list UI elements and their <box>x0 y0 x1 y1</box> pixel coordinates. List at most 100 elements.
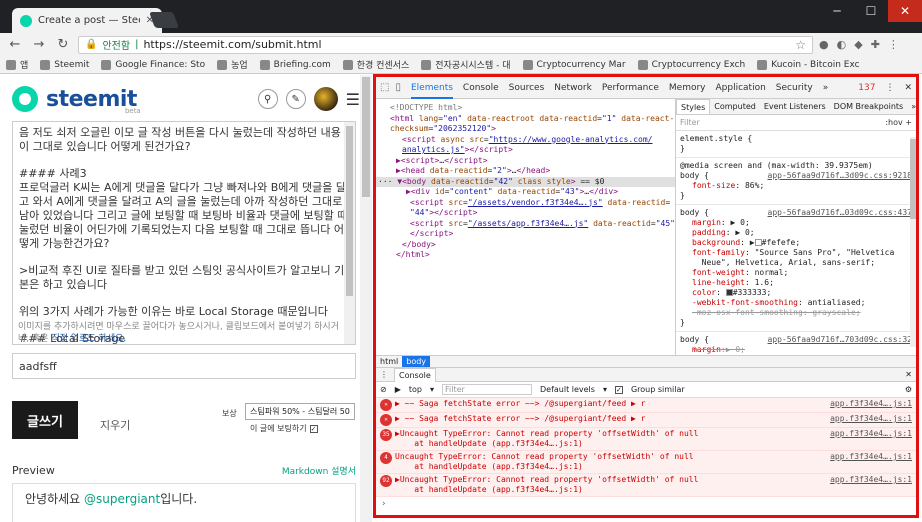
console-source-link[interactable]: app.f3f34e4….js:1 <box>830 475 912 495</box>
group-similar-label: Group similar <box>630 385 685 394</box>
styles-tab[interactable]: Computed <box>710 99 760 114</box>
menu-icon[interactable]: ⋮ <box>888 38 899 51</box>
bookmark-icon <box>40 59 51 70</box>
steemit-logo-icon[interactable] <box>12 86 38 112</box>
editor-paragraph: >비교적 후진 UI로 질타를 받고 있던 스팀잇 공식사이트가 알고보니 기본… <box>19 264 345 291</box>
devtools-tab[interactable]: Performance <box>602 83 659 93</box>
address-bar: ← → ↻ 🔒 안전함 | https://steemit.com/submit… <box>0 33 922 56</box>
bookmark-item[interactable]: 앱 <box>6 58 28 71</box>
avatar[interactable] <box>313 87 338 111</box>
bookmark-item[interactable]: 농업 <box>217 58 248 71</box>
styles-scrollbar[interactable] <box>910 137 916 347</box>
upvote-checkbox[interactable]: ✓ <box>309 424 318 433</box>
console-filter-input[interactable]: Filter <box>441 384 532 395</box>
context-select[interactable]: top <box>409 385 422 394</box>
console-message[interactable]: 35 ▶Uncaught TypeError: Cannot read prope… <box>376 428 916 451</box>
bookmark-item[interactable]: Google Finance: Sto <box>101 59 205 70</box>
console-prompt[interactable]: › <box>376 497 916 511</box>
console-message[interactable]: 4 Uncaught TypeError: Cannot read propert… <box>376 451 916 474</box>
upvote-checkbox-row[interactable]: 이 글에 보팅하기 ✓ <box>250 423 318 434</box>
back-icon[interactable]: ← <box>6 37 24 52</box>
devtools-toolbar: ⬚ ▯ Elements Console Sources Network Performa… <box>376 77 916 99</box>
bookmark-item[interactable]: 전자공시시스템 - 대 <box>421 58 511 71</box>
extension-icon[interactable]: ● <box>819 38 829 51</box>
extension-icon[interactable]: ◆ <box>854 38 862 51</box>
devtools-tab[interactable]: Console <box>463 83 499 93</box>
bookmark-label: Kucoin - Bitcoin Exc <box>771 59 860 70</box>
console-source-link[interactable]: app.f3f34e4….js:1 <box>830 429 912 449</box>
hamburger-menu-icon[interactable]: ☰ <box>346 90 360 109</box>
page-scrollbar[interactable] <box>360 75 372 522</box>
breadcrumb-item[interactable]: body <box>402 356 431 367</box>
reload-icon[interactable]: ↻ <box>54 37 72 52</box>
breadcrumb-item[interactable]: html <box>376 356 402 367</box>
maximize-icon[interactable]: ☐ <box>854 0 888 22</box>
preserve-icon[interactable]: ▶ <box>395 385 401 394</box>
editor-scrollbar[interactable] <box>344 122 355 344</box>
console-source-link[interactable]: app.f3f34e4….js:1 <box>830 452 912 472</box>
pencil-icon[interactable]: ✎ <box>285 89 306 109</box>
star-icon[interactable]: ☆ <box>795 38 806 52</box>
styles-pane: Styles Computed Event Listeners DOM Breakpo… <box>676 99 916 355</box>
more-tabs-icon[interactable]: » <box>907 99 916 114</box>
styles-tab[interactable]: Styles <box>676 99 711 114</box>
console-message-text: ▶ ~~ Saga fetchState error ~~> /@supergi… <box>395 414 646 423</box>
styles-filter[interactable]: Filter:hov + <box>676 115 916 131</box>
close-drawer-icon[interactable]: ✕ <box>905 370 912 379</box>
device-icon[interactable]: ▯ <box>395 82 401 93</box>
devtools-tab[interactable]: Network <box>554 83 592 93</box>
close-window-icon[interactable]: ✕ <box>888 0 922 22</box>
bookmark-item[interactable]: Cryptocurrency Exch <box>637 59 746 70</box>
search-icon[interactable]: ⚲ <box>257 89 278 109</box>
tags-input[interactable]: aadfsff <box>12 353 356 379</box>
console-source-link[interactable]: app.f3f34e4….js:1 <box>830 399 912 411</box>
clear-button[interactable]: 지우기 <box>100 417 130 433</box>
console-source-link[interactable]: app.f3f34e4….js:1 <box>830 414 912 426</box>
bookmark-label: Cryptocurrency Exch <box>651 59 746 70</box>
console-message-text: ▶Uncaught TypeError: Cannot read propert… <box>395 475 699 494</box>
markdown-link[interactable]: Markdown 설명서 <box>282 464 356 477</box>
bookmark-item[interactable]: Kucoin - Bitcoin Exc <box>757 59 860 70</box>
bookmark-item[interactable]: Steemit <box>40 59 89 70</box>
bookmark-item[interactable]: Cryptocurrency Mar <box>522 59 626 70</box>
devtools-tab[interactable]: Security <box>776 83 813 93</box>
url-field[interactable]: 🔒 안전함 | https://steemit.com/submit.html … <box>78 35 813 54</box>
devtools-tab[interactable]: Memory <box>669 83 706 93</box>
forward-icon[interactable]: → <box>30 37 48 52</box>
devtools-tab[interactable]: Sources <box>509 83 545 93</box>
clear-console-icon[interactable]: ⊘ <box>380 385 387 394</box>
devtools-tab[interactable]: Elements <box>410 77 453 99</box>
styles-tab[interactable]: Event Listeners <box>760 99 830 114</box>
more-tabs-icon[interactable]: » <box>823 83 829 93</box>
console-log: ✕ ▶ ~~ Saga fetchState error ~~> /@superg… <box>376 398 916 497</box>
browser-tab[interactable]: Create a post — Steem ✕ <box>12 8 162 33</box>
close-devtools-icon[interactable]: ✕ <box>904 83 912 93</box>
console-message[interactable]: ✕ ▶ ~~ Saga fetchState error ~~> /@superg… <box>376 398 916 413</box>
console-message[interactable]: 92 ▶Uncaught TypeError: Cannot read prope… <box>376 474 916 497</box>
minimize-icon[interactable]: ─ <box>820 0 854 22</box>
console-tab[interactable]: Console <box>394 367 436 382</box>
devtools-menu-icon[interactable]: ⋮ <box>885 83 894 93</box>
post-body-editor[interactable]: 음 저도 쇠저 오글린 이모 글 작성 버튼을 다시 눌렀는데 작성하던 내용이… <box>12 121 356 345</box>
group-similar-checkbox[interactable]: ✓ <box>614 385 623 394</box>
styles-tab[interactable]: DOM Breakpoints <box>830 99 908 114</box>
error-count-badge: 4 <box>380 452 392 464</box>
elements-tree[interactable]: <!DOCTYPE html> <html lang="en" data-rea… <box>376 99 676 355</box>
extension-icon[interactable]: ◐ <box>837 38 847 51</box>
error-count-badge[interactable]: 137 <box>858 83 875 93</box>
drawer-menu-icon[interactable]: ⋮ <box>380 370 388 379</box>
reward-select[interactable]: 스팀파워 50% - 스팀달러 50 <box>245 403 355 420</box>
upload-link[interactable]: 직접 업로드 하세요. <box>51 334 126 344</box>
browser-tabbar: Create a post — Steem ✕ ─☐✕ <box>0 0 922 33</box>
inspect-icon[interactable]: ⬚ <box>380 82 389 93</box>
bookmark-item[interactable]: 한경 컨센서스 <box>342 58 409 71</box>
console-message[interactable]: ✕ ▶ ~~ Saga fetchState error ~~> /@superg… <box>376 413 916 428</box>
new-tab-button[interactable] <box>149 12 179 28</box>
extension-icon[interactable]: ✚ <box>871 38 880 51</box>
post-button[interactable]: 글쓰기 <box>12 401 78 439</box>
devtools-tab[interactable]: Application <box>716 83 766 93</box>
levels-select[interactable]: Default levels <box>540 385 595 394</box>
bookmark-item[interactable]: Briefing.com <box>259 59 331 70</box>
brand-name[interactable]: steemit <box>46 87 137 112</box>
console-settings-icon[interactable]: ⚙ <box>905 385 912 394</box>
